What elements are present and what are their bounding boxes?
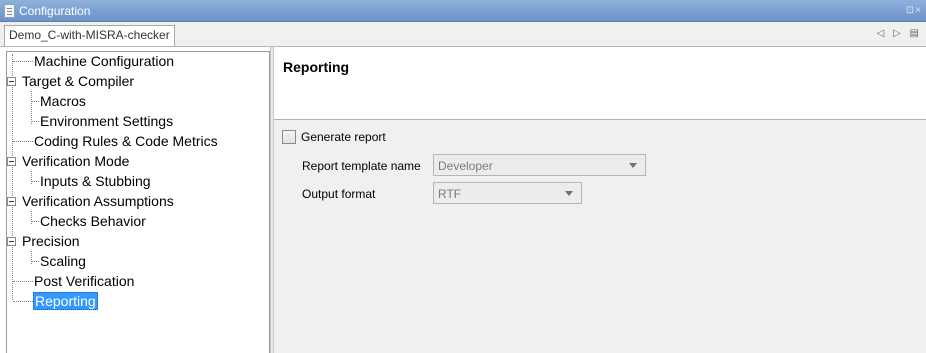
window-title-bar: Configuration ⊡×: [0, 0, 926, 22]
tree-item-verification-assumptions[interactable]: Verification Assumptions: [7, 192, 175, 210]
tree-item-reporting[interactable]: Reporting: [13, 292, 98, 310]
chevron-down-icon: [629, 163, 637, 168]
collapse-icon[interactable]: [7, 237, 16, 246]
collapse-icon[interactable]: [7, 157, 16, 166]
configuration-tree: Machine Configuration Target & Compiler …: [6, 51, 270, 353]
tree-item-precision[interactable]: Precision: [7, 232, 81, 250]
output-format-select[interactable]: RTF: [433, 182, 582, 204]
window-title: Configuration: [19, 4, 91, 18]
tree-item-checks-behavior[interactable]: Checks Behavior: [32, 212, 147, 230]
tree-item-coding-rules[interactable]: Coding Rules & Code Metrics: [13, 132, 219, 150]
collapse-icon[interactable]: [7, 77, 16, 86]
tree-item-macros[interactable]: Macros: [32, 92, 87, 110]
tree-item-machine-configuration[interactable]: Machine Configuration: [13, 52, 175, 70]
panel-header: Reporting: [274, 48, 926, 120]
collapse-icon[interactable]: [7, 197, 16, 206]
tree-connector: [12, 54, 13, 300]
tree-item-scaling[interactable]: Scaling: [32, 252, 87, 270]
document-icon: [4, 4, 15, 18]
tab-bar: Demo_C-with-MISRA-checker ◁ ▷ ▤: [0, 22, 926, 47]
chevron-down-icon: [565, 191, 573, 196]
tree-item-target-compiler[interactable]: Target & Compiler: [7, 72, 135, 90]
panel-title: Reporting: [283, 59, 350, 75]
output-format-label: Output format: [302, 187, 376, 201]
tree-item-environment-settings[interactable]: Environment Settings: [32, 112, 174, 130]
generate-report-label: Generate report: [301, 130, 386, 144]
report-template-label: Report template name: [302, 159, 421, 173]
tree-item-verification-mode[interactable]: Verification Mode: [7, 152, 130, 170]
reporting-settings: Generate report Report template name Dev…: [274, 120, 926, 353]
tab-project[interactable]: Demo_C-with-MISRA-checker: [4, 25, 175, 46]
report-template-select[interactable]: Developer: [433, 154, 646, 176]
generate-report-checkbox[interactable]: [282, 130, 296, 144]
tree-item-post-verification[interactable]: Post Verification: [13, 272, 135, 290]
window-controls[interactable]: ⊡×: [906, 5, 922, 16]
tab-navigation-icons[interactable]: ◁ ▷ ▤: [877, 28, 922, 39]
tree-item-inputs-stubbing[interactable]: Inputs & Stubbing: [32, 172, 152, 190]
